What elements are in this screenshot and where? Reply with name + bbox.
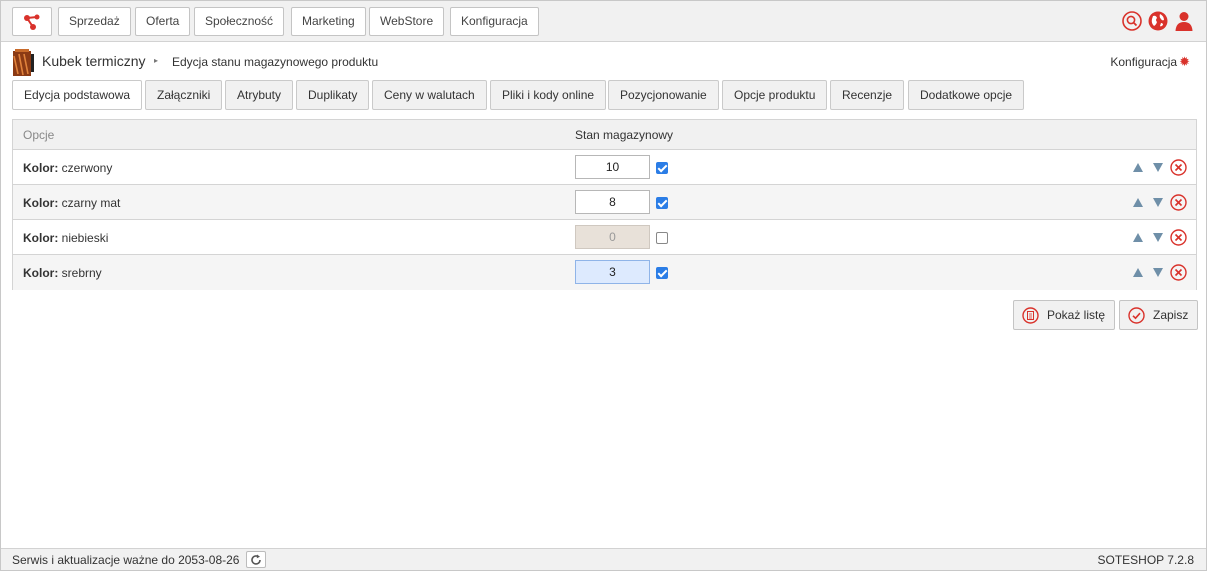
- check-circle-icon: [1128, 307, 1145, 324]
- column-options-header: Opcje: [23, 128, 55, 142]
- configuration-link[interactable]: Konfiguracja ✹: [1110, 55, 1190, 69]
- move-down-icon[interactable]: [1153, 198, 1163, 207]
- option-key: Kolor:: [23, 231, 59, 245]
- option-key: Kolor:: [23, 161, 59, 175]
- tab-zalaczniki[interactable]: Załączniki: [145, 80, 223, 110]
- configuration-label: Konfiguracja: [1110, 55, 1178, 69]
- gear-icon: ✹: [1179, 54, 1190, 69]
- nav-konfiguracja[interactable]: Konfiguracja: [450, 7, 539, 36]
- globe-icon[interactable]: [1148, 11, 1168, 31]
- tab-edycja-podstawowa[interactable]: Edycja podstawowa: [12, 80, 143, 110]
- page-title: Edycja stanu magazynowego produktu: [172, 55, 379, 69]
- move-down-icon[interactable]: [1153, 163, 1163, 172]
- stock-active-checkbox[interactable]: [656, 267, 668, 279]
- move-down-icon[interactable]: [1153, 268, 1163, 277]
- save-button[interactable]: Zapisz: [1119, 300, 1199, 330]
- table-row: Kolor: czarny mat: [13, 185, 1196, 220]
- stock-active-checkbox[interactable]: [656, 197, 668, 209]
- move-down-icon[interactable]: [1153, 233, 1163, 242]
- table-row: Kolor: srebrny: [13, 255, 1196, 290]
- delete-icon[interactable]: [1170, 194, 1187, 211]
- option-value: czerwony: [61, 161, 113, 175]
- move-up-icon[interactable]: [1133, 163, 1143, 172]
- table-row: Kolor: niebieski: [13, 220, 1196, 255]
- status-bar: Serwis i aktualizacje ważne do 2053-08-2…: [1, 548, 1206, 570]
- table-header: Opcje Stan magazynowy: [13, 120, 1196, 150]
- top-icons: [1122, 11, 1194, 31]
- tab-opcje-produktu[interactable]: Opcje produktu: [722, 80, 828, 110]
- nav-spolecznosc[interactable]: Społeczność: [194, 7, 285, 36]
- stock-quantity-input[interactable]: [575, 190, 650, 214]
- delete-icon[interactable]: [1170, 264, 1187, 281]
- search-icon[interactable]: [1122, 11, 1142, 31]
- tab-pozycjonowanie[interactable]: Pozycjonowanie: [608, 80, 719, 110]
- move-up-icon[interactable]: [1133, 198, 1143, 207]
- stock-quantity-input[interactable]: [575, 260, 650, 284]
- stock-quantity-input[interactable]: [575, 225, 650, 249]
- option-label: Kolor: czerwony: [23, 161, 112, 175]
- show-list-button[interactable]: Pokaż listę: [1013, 300, 1116, 330]
- move-up-icon[interactable]: [1133, 233, 1143, 242]
- refresh-button[interactable]: [246, 551, 266, 568]
- option-value: niebieski: [61, 231, 109, 245]
- tab-recenzje[interactable]: Recenzje: [830, 80, 905, 110]
- nav-marketing[interactable]: Marketing: [291, 7, 366, 36]
- refresh-icon: [251, 554, 261, 565]
- breadcrumb-separator-icon: ▸: [154, 56, 159, 65]
- user-icon[interactable]: [1174, 11, 1194, 31]
- list-document-icon: [1022, 307, 1039, 324]
- option-label: Kolor: czarny mat: [23, 196, 120, 210]
- tab-dodatkowe-opcje[interactable]: Dodatkowe opcje: [908, 80, 1025, 110]
- logo-button[interactable]: [12, 7, 52, 36]
- move-up-icon[interactable]: [1133, 268, 1143, 277]
- tab-duplikaty[interactable]: Duplikaty: [296, 80, 370, 110]
- product-thumbnail: [12, 48, 35, 77]
- nav-oferta[interactable]: Oferta: [135, 7, 191, 36]
- tab-ceny-w-walutach[interactable]: Ceny w walutach: [372, 80, 487, 110]
- delete-icon[interactable]: [1170, 159, 1187, 176]
- stock-quantity-input[interactable]: [575, 155, 650, 179]
- table-row: Kolor: czerwony: [13, 150, 1196, 185]
- nav-sprzedaz[interactable]: Sprzedaż: [58, 7, 131, 36]
- save-label: Zapisz: [1153, 308, 1189, 322]
- delete-icon[interactable]: [1170, 229, 1187, 246]
- product-name: Kubek termiczny: [42, 53, 146, 69]
- option-key: Kolor:: [23, 266, 59, 280]
- top-navigation: Sprzedaż Oferta Społeczność Marketing We…: [1, 1, 1206, 42]
- column-stock-header: Stan magazynowy: [575, 128, 674, 142]
- version-label: SOTESHOP 7.2.8: [1097, 553, 1195, 567]
- tab-atrybuty[interactable]: Atrybuty: [225, 80, 294, 110]
- stock-table: Opcje Stan magazynowy Kolor: czerwony Ko…: [12, 119, 1197, 290]
- app-window: Sprzedaż Oferta Społeczność Marketing We…: [0, 0, 1207, 571]
- show-list-label: Pokaż listę: [1047, 308, 1106, 322]
- stock-active-checkbox[interactable]: [656, 232, 668, 244]
- stock-active-checkbox[interactable]: [656, 162, 668, 174]
- option-label: Kolor: srebrny: [23, 266, 102, 280]
- share-logo-icon: [24, 14, 40, 30]
- nav-webstore[interactable]: WebStore: [369, 7, 445, 36]
- option-value: czarny mat: [61, 196, 121, 210]
- option-key: Kolor:: [23, 196, 59, 210]
- service-expiry-text: Serwis i aktualizacje ważne do 2053-08-2…: [12, 553, 240, 567]
- tab-pliki-i-kody-online[interactable]: Pliki i kody online: [490, 80, 607, 110]
- option-label: Kolor: niebieski: [23, 231, 108, 245]
- option-value: srebrny: [61, 266, 102, 280]
